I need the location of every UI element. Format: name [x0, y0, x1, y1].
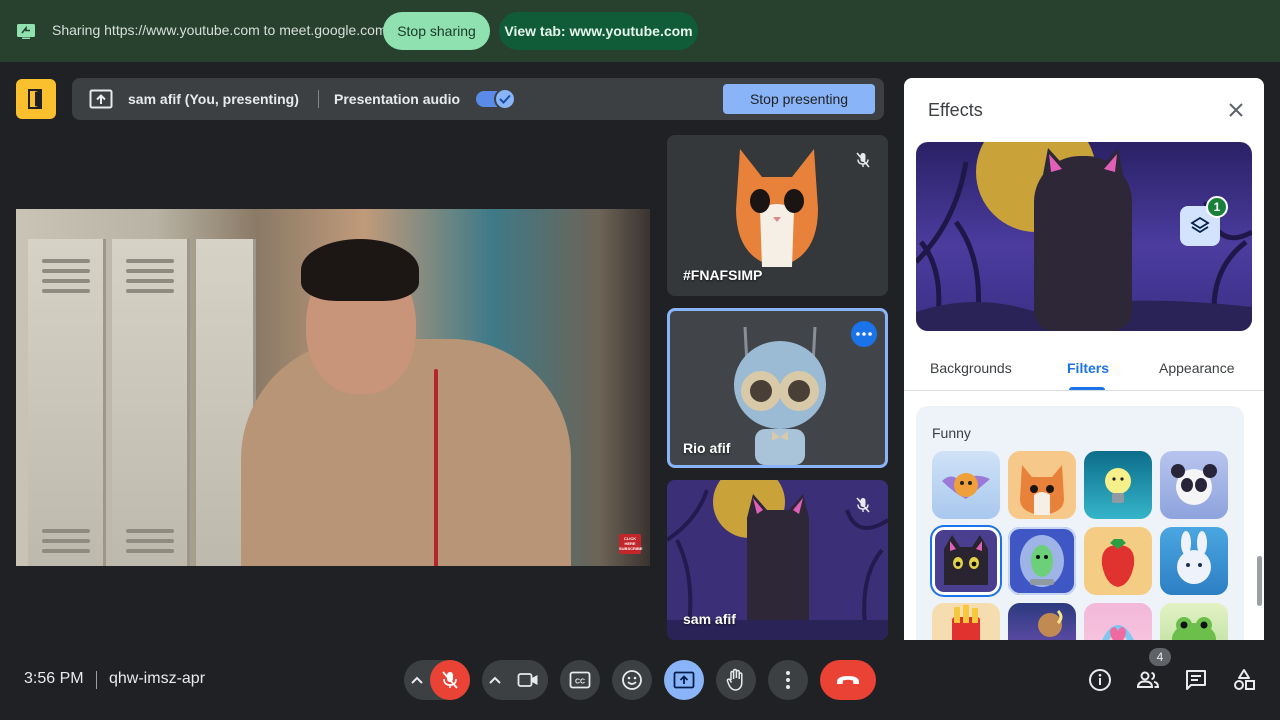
participant-name: sam afif — [683, 611, 736, 627]
end-call-icon — [835, 674, 861, 686]
check-icon — [499, 94, 511, 104]
filter-thumbnail[interactable] — [1084, 603, 1152, 640]
filter-thumbnail[interactable] — [1008, 451, 1076, 519]
shared-video: CLICK HERE SUBSCRIBE — [16, 209, 650, 566]
participant-name: Rio afif — [683, 440, 731, 456]
screen-share-notification-bar: Sharing https://www.youtube.com to meet.… — [0, 0, 1280, 62]
more-options-icon[interactable] — [851, 321, 877, 347]
filter-thumbnail[interactable] — [1008, 603, 1076, 640]
present-now-button[interactable] — [664, 660, 704, 700]
effects-panel: Effects 1 Backgrounds Filters Appearance… — [904, 78, 1264, 640]
divider — [318, 90, 319, 108]
presenter-name: sam afif (You, presenting) — [128, 91, 299, 107]
filter-thumbnail[interactable] — [1008, 527, 1076, 595]
current-time: 3:56 PM — [24, 670, 84, 687]
filter-thumbnail[interactable] — [1160, 451, 1228, 519]
camera-toggle-button[interactable] — [508, 660, 548, 700]
stop-presenting-button[interactable]: Stop presenting — [723, 84, 875, 114]
cat-avatar — [736, 149, 818, 267]
applied-effects-count-badge: 1 — [1206, 196, 1228, 218]
tab-backgrounds[interactable]: Backgrounds — [930, 360, 1012, 376]
filter-thumbnail[interactable] — [1160, 527, 1228, 595]
tab-filters[interactable]: Filters — [1067, 360, 1109, 376]
video-person-hair — [301, 239, 419, 301]
tab-appearance[interactable]: Appearance — [1159, 360, 1235, 376]
microphone-toggle-button[interactable] — [430, 660, 470, 700]
camera-control-group — [482, 660, 548, 700]
raise-hand-icon — [725, 668, 747, 692]
close-icon[interactable] — [1226, 100, 1246, 120]
presenting-bar: sam afif (You, presenting) Presentation … — [72, 78, 884, 120]
layers-icon — [1189, 215, 1211, 237]
tabs-divider — [904, 390, 1264, 391]
video-hoodie-string — [434, 369, 438, 566]
activities-icon[interactable] — [1232, 668, 1256, 692]
participant-tile-active[interactable]: Rio afif — [667, 308, 888, 468]
participant-tile[interactable]: #FNAFSIMP — [667, 135, 888, 296]
filter-thumbnail-selected[interactable] — [932, 527, 1000, 595]
microphone-control-group — [404, 660, 470, 700]
video-locker — [112, 239, 190, 566]
toggle-knob — [494, 88, 516, 110]
raise-hand-button[interactable] — [716, 660, 756, 700]
stop-sharing-button[interactable]: Stop sharing — [383, 12, 490, 50]
meet-logo — [16, 79, 56, 119]
funny-filters-section: Funny — [916, 406, 1244, 640]
filter-thumbnail[interactable] — [1084, 527, 1152, 595]
effects-title: Effects — [928, 100, 983, 120]
mic-off-icon — [440, 670, 460, 690]
robot-avatar — [734, 326, 826, 465]
subscribe-badge: CLICK HERE SUBSCRIBE — [619, 534, 643, 554]
effects-scrollbar[interactable] — [1257, 556, 1262, 606]
participant-tile[interactable]: sam afif — [667, 480, 888, 640]
mic-off-icon — [854, 151, 872, 169]
filter-thumbnail[interactable] — [932, 603, 1000, 640]
presentation-audio-label: Presentation audio — [334, 91, 461, 107]
svg-text:CC: CC — [575, 679, 585, 686]
chat-icon[interactable] — [1184, 668, 1208, 692]
captions-button[interactable]: CC — [560, 660, 600, 700]
video-person-hoodie — [241, 339, 571, 566]
info-icon[interactable] — [1088, 668, 1112, 692]
participant-name: #FNAFSIMP — [683, 267, 763, 283]
captions-icon: CC — [569, 671, 591, 689]
present-screen-icon — [673, 671, 695, 689]
present-upload-icon — [89, 89, 113, 109]
divider — [96, 671, 97, 689]
chevron-up-icon[interactable] — [488, 674, 502, 686]
filter-thumbnail[interactable] — [1160, 603, 1228, 640]
filter-thumbnail[interactable] — [1084, 451, 1152, 519]
share-status-text: Sharing https://www.youtube.com to meet.… — [52, 22, 387, 38]
camera-icon — [517, 672, 539, 688]
chevron-up-icon[interactable] — [410, 674, 424, 686]
section-label: Funny — [932, 425, 971, 441]
preview-cat-ears — [1042, 148, 1124, 180]
meet-logo-icon — [26, 88, 46, 110]
screen-share-icon — [16, 22, 36, 40]
more-vert-icon — [786, 671, 790, 689]
meeting-code: qhw-imsz-apr — [109, 670, 206, 687]
people-icon[interactable] — [1136, 668, 1160, 692]
emoji-icon — [621, 669, 643, 691]
mic-off-icon — [854, 496, 872, 514]
view-tab-button[interactable]: View tab: www.youtube.com — [499, 12, 698, 50]
leave-call-button[interactable] — [820, 660, 876, 700]
people-count-badge: 4 — [1149, 648, 1171, 666]
subscribe-badge-text: CLICK HERE SUBSCRIBE — [619, 536, 643, 551]
video-locker — [28, 239, 106, 566]
more-options-button[interactable] — [768, 660, 808, 700]
presentation-audio-toggle[interactable] — [476, 88, 516, 110]
filter-thumbnail[interactable] — [932, 451, 1000, 519]
reactions-button[interactable] — [612, 660, 652, 700]
